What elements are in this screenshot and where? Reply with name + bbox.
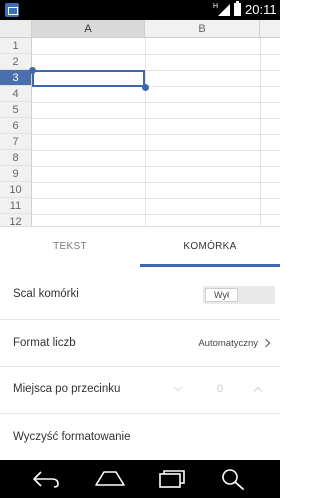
grid-line: [32, 198, 280, 199]
row-header-9[interactable]: 9: [0, 166, 32, 182]
merge-cells-toggle[interactable]: Wył: [203, 286, 275, 304]
grid-line: [32, 134, 280, 135]
column-header-a[interactable]: A: [32, 20, 145, 38]
decimal-places-value: 0: [216, 383, 224, 395]
row-header-8[interactable]: 8: [0, 150, 32, 166]
search-icon[interactable]: [220, 467, 246, 491]
tab-cell[interactable]: KOMÓRKA: [140, 227, 280, 267]
back-icon[interactable]: [32, 470, 60, 488]
row-header-4[interactable]: 4: [0, 86, 32, 102]
merge-cells-toggle-knob: Wył: [205, 288, 238, 302]
row-header-3[interactable]: 3: [0, 70, 32, 86]
number-format-row[interactable]: Format liczb Automatyczny: [0, 320, 280, 367]
selection-handle-top-left[interactable]: [29, 67, 36, 74]
row-header-2[interactable]: 2: [0, 54, 32, 70]
row-header-12[interactable]: 12: [0, 214, 32, 226]
decimal-places-row: Miejsca po przecinku 0: [0, 367, 280, 414]
grid-line: [32, 214, 280, 215]
chevron-right-icon: [261, 338, 271, 348]
home-icon[interactable]: [94, 470, 126, 488]
recents-icon[interactable]: [158, 470, 186, 488]
tab-text[interactable]: TEKST: [0, 227, 140, 267]
decrease-decimal-icon[interactable]: [173, 382, 183, 392]
number-format-label: Format liczb: [13, 337, 76, 349]
format-tabs: TEKST KOMÓRKA: [0, 226, 280, 267]
grid-line: [145, 38, 146, 226]
grid-line: [32, 102, 280, 103]
row-header-7[interactable]: 7: [0, 134, 32, 150]
navigation-bar: [0, 460, 280, 498]
clock: 20:11: [245, 2, 277, 17]
column-header-b[interactable]: B: [145, 20, 260, 38]
grid-line: [32, 182, 280, 183]
row-header-1[interactable]: 1: [0, 38, 32, 54]
grid-line: [260, 38, 261, 226]
increase-decimal-icon[interactable]: [253, 386, 263, 396]
battery-icon: [234, 1, 241, 16]
app-notification-icon: [5, 3, 19, 17]
grid-line: [32, 118, 280, 119]
clear-formatting-label: Wyczyść formatowanie: [13, 431, 131, 443]
selected-cell-a3[interactable]: [32, 70, 145, 87]
grid-line: [32, 150, 280, 151]
merge-cells-row: Scal komórki Wył: [0, 267, 280, 320]
row-header-5[interactable]: 5: [0, 102, 32, 118]
grid-line: [32, 54, 280, 55]
selection-handle-bottom-right[interactable]: [142, 84, 149, 91]
signal-icon: [218, 4, 230, 16]
number-format-value: Automatyczny: [198, 338, 258, 349]
decimal-places-label: Miejsca po przecinku: [13, 383, 121, 395]
merge-cells-label: Scal komórki: [13, 288, 79, 300]
row-header-11[interactable]: 11: [0, 198, 32, 214]
row-header-6[interactable]: 6: [0, 118, 32, 134]
row-header-10[interactable]: 10: [0, 182, 32, 198]
status-bar: H 20:11: [0, 0, 280, 20]
column-header-c[interactable]: [260, 20, 280, 38]
grid-line: [32, 166, 280, 167]
select-all-corner[interactable]: [0, 20, 32, 38]
spreadsheet-grid[interactable]: A B 1 2 3 4 5 6 7 8 9 10 11 12: [0, 20, 280, 226]
clear-formatting-row[interactable]: Wyczyść formatowanie: [0, 414, 280, 460]
